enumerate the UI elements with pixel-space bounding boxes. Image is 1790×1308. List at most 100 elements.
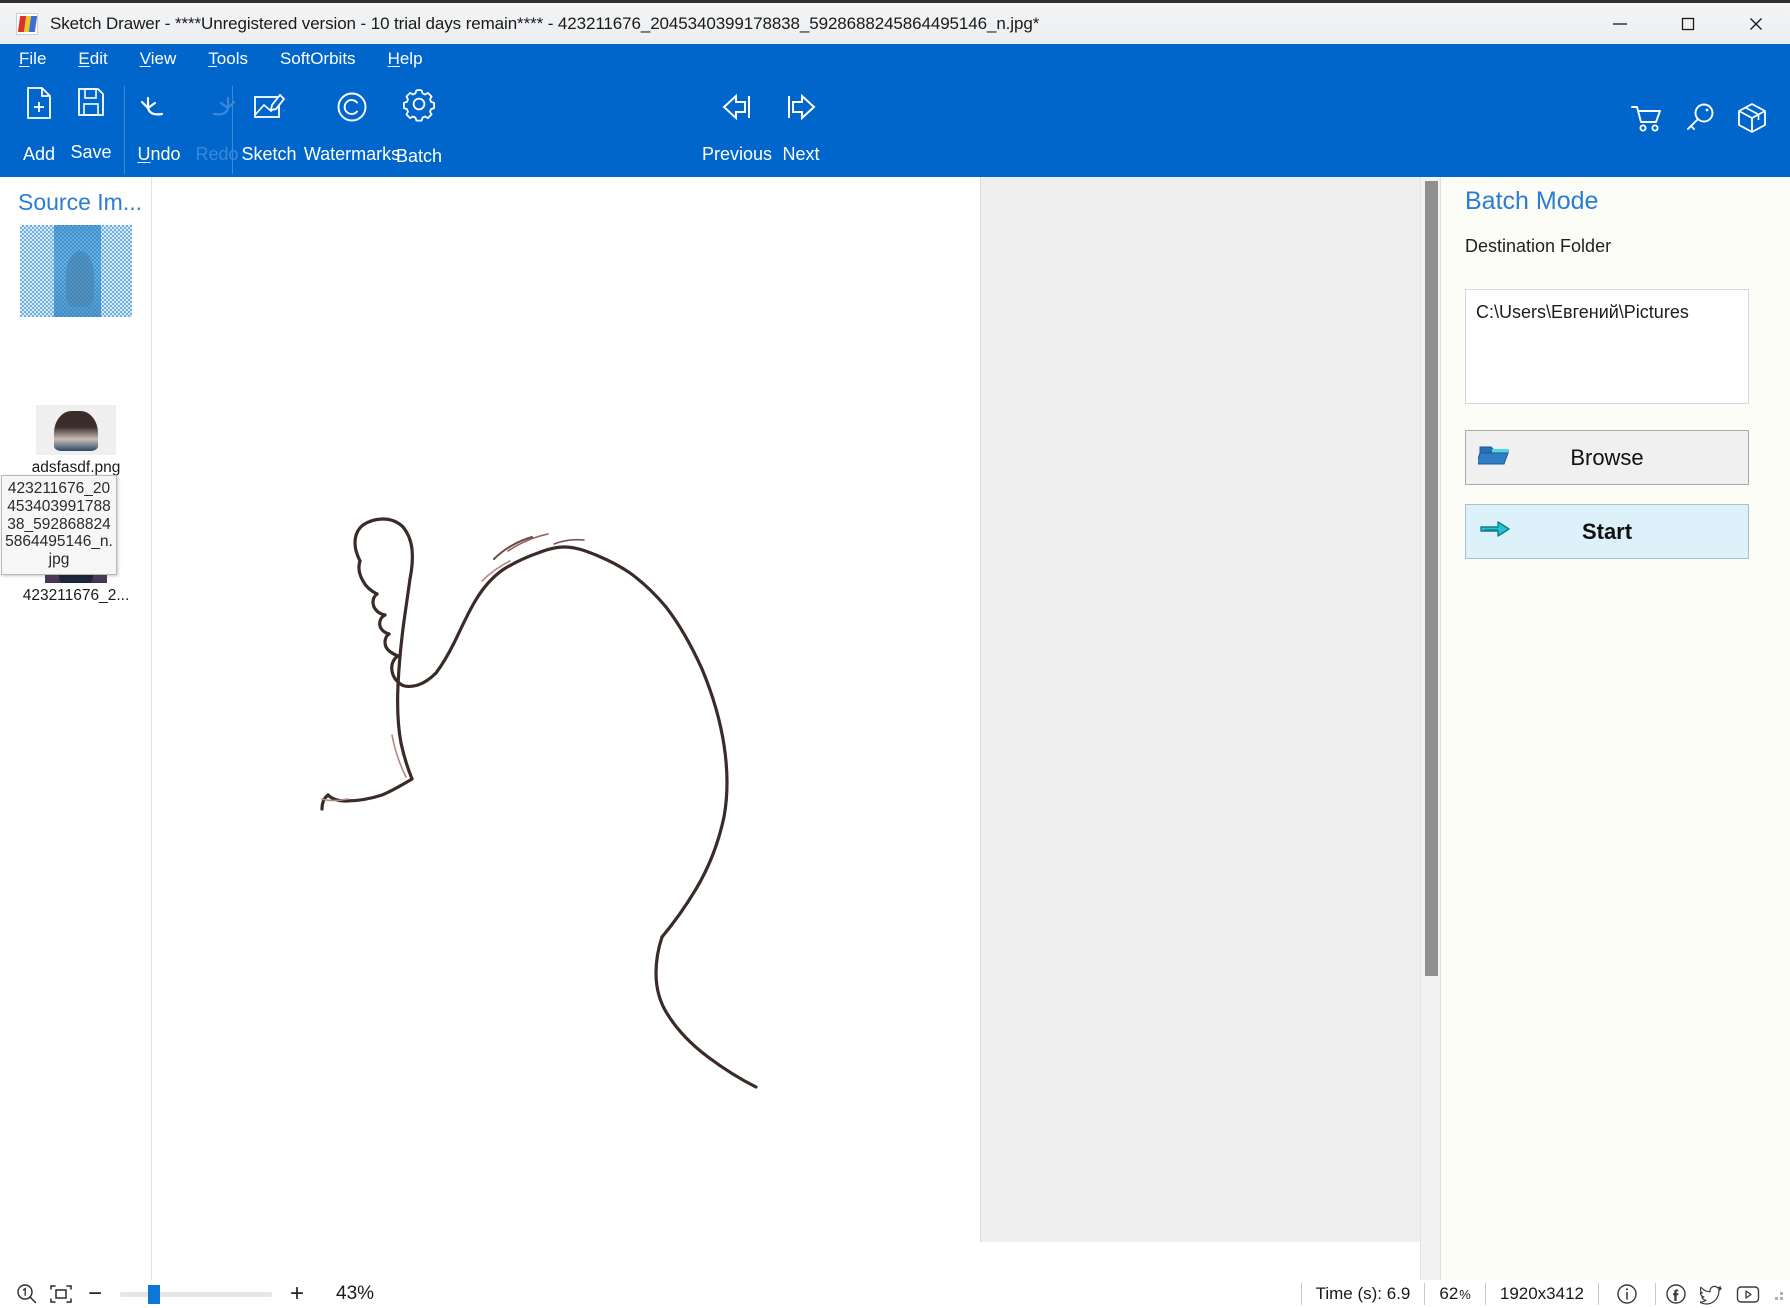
thumbnail-tooltip: 423211676_2045340399178838_5928688245864… [1,475,117,576]
menu-item-edit[interactable]: Edit [75,47,110,71]
menu-mnemonic: V [139,49,151,68]
info-button[interactable] [1598,1283,1655,1305]
menu-mnemonic: T [208,49,217,68]
package-box-icon[interactable] [1736,102,1768,139]
window-controls [1586,2,1790,46]
fit-to-window-icon[interactable] [44,1281,78,1307]
arrow-right-icon [782,86,820,128]
thumbnail-item-1[interactable]: adsfasdf.png [0,405,152,477]
thumbnail-item-0[interactable] [0,225,152,321]
canvas-background-filler [980,177,1436,1242]
thumbnail-preview [54,411,98,451]
toolbar-right-icons [1630,102,1768,139]
twitter-icon[interactable] [1696,1281,1728,1307]
progress-status: 62% [1424,1283,1484,1305]
undo-label: UUndondo [137,144,181,164]
window-title: Sketch Drawer - ****Unregistered version… [50,13,1040,33]
menu-bar: File Edit View Tools SoftOrbits Help [0,44,1790,74]
app-logo-icon [16,12,38,35]
image-dimensions: 1920x3412 [1484,1283,1598,1305]
canvas-vertical-scrollbar[interactable] [1420,177,1440,1280]
add-files-line1: Add [22,143,56,164]
minimize-button[interactable] [1586,2,1654,46]
folder-open-icon [1475,442,1512,474]
source-images-sidebar: Source Im... adsfasdf.png 423211676_2...… [0,177,152,1280]
copyright-icon [335,86,369,128]
zoom-slider[interactable] [120,1281,272,1307]
info-icon [1611,1281,1643,1307]
save-disk-icon [76,86,106,118]
menu-item-file[interactable]: File [16,47,49,71]
zoom-actual-size-icon[interactable] [10,1281,44,1307]
toolbar: Add File(s)... Save as... [0,74,1790,207]
next-button[interactable]: Next [770,74,832,177]
menu-label: iew [150,49,177,68]
arrow-left-icon [718,86,756,128]
toolbar-separator-1 [124,86,125,174]
arrow-right-double-icon [1478,517,1512,547]
progress-percent-sign: % [1459,1286,1471,1302]
browse-button[interactable]: Browse [1465,430,1749,485]
zoom-in-button[interactable]: + [280,1280,314,1307]
thumbnail-image-1[interactable] [36,405,116,455]
menu-mnemonic: E [78,49,90,68]
zoom-percent-label: 43% [336,1283,375,1304]
start-button[interactable]: Start [1465,504,1749,559]
zoom-out-button[interactable]: − [78,1280,112,1307]
save-as-button[interactable]: Save as... [62,74,120,203]
menu-label: dit [89,49,108,68]
canvas-area[interactable] [152,177,1436,1280]
gear-icon [401,86,437,122]
menu-item-view[interactable]: View [137,47,180,71]
scrollbar-thumb[interactable] [1425,181,1438,976]
key-icon[interactable] [1684,103,1716,138]
sketch-label: Sketch [241,144,297,164]
menu-mnemonic: F [19,49,30,68]
batch-mode-button[interactable]: Batch Mode [385,74,453,207]
menu-item-tools[interactable]: Tools [205,47,251,71]
batch-line1: Batch [395,145,443,166]
facebook-icon[interactable] [1660,1281,1692,1307]
pencil-sketch-portrait [320,517,758,1089]
thumbnail-label-2: 423211676_2... [22,587,130,604]
add-file-icon [24,86,54,120]
status-bar: − + 43% Time (s): 6.9 62% 1920x3412 [0,1280,1790,1308]
previous-button[interactable]: Previous [692,74,782,177]
progress-value: 62 [1439,1284,1459,1303]
menu-mnemonic: H [387,49,400,68]
maximize-button[interactable] [1654,2,1722,46]
sketch-pencil-icon [252,86,286,128]
social-links [1655,1283,1768,1305]
menu-label: ile [29,49,47,68]
next-label: Next [782,144,820,164]
sketch-drawer-window: Sketch Drawer - ****Unregistered version… [0,0,1790,1308]
thumbnail-image-0[interactable] [20,225,132,317]
menu-item-help[interactable]: Help [385,47,426,71]
zoom-slider-thumb[interactable] [148,1285,160,1304]
zoom-controls: − + 43% [0,1280,375,1307]
save-as-line1: Save [70,141,112,162]
close-button[interactable] [1722,2,1790,46]
undo-arrow-icon [140,86,178,128]
time-status: Time (s): 6.9 [1300,1283,1425,1305]
title-bar: Sketch Drawer - ****Unregistered version… [0,0,1790,44]
sidebar-title: Source Im... [18,189,142,215]
previous-label: Previous [701,144,773,164]
youtube-icon[interactable] [1732,1281,1764,1307]
browse-label: Browse [1570,444,1644,470]
undo-button[interactable]: UUndondo [128,74,190,177]
shopping-cart-icon[interactable] [1630,103,1664,138]
menu-label: ools [216,49,248,68]
destination-folder-label: Destination Folder [1465,236,1612,256]
image-canvas[interactable] [152,177,980,1280]
panel-title: Batch Mode [1465,187,1599,215]
batch-mode-panel: Batch Mode Destination Folder C:\Users\Е… [1440,177,1790,1280]
redo-arrow-icon [198,86,236,128]
destination-folder-input[interactable]: C:\Users\Евгений\Pictures [1465,289,1749,404]
start-label: Start [1581,518,1633,544]
menu-item-softorbits[interactable]: SoftOrbits [277,47,359,71]
sketch-button[interactable]: Sketch [236,74,302,177]
resize-grip[interactable] [1768,1285,1786,1303]
menu-label: elp [399,49,423,68]
toolbar-separator-2 [232,86,233,174]
